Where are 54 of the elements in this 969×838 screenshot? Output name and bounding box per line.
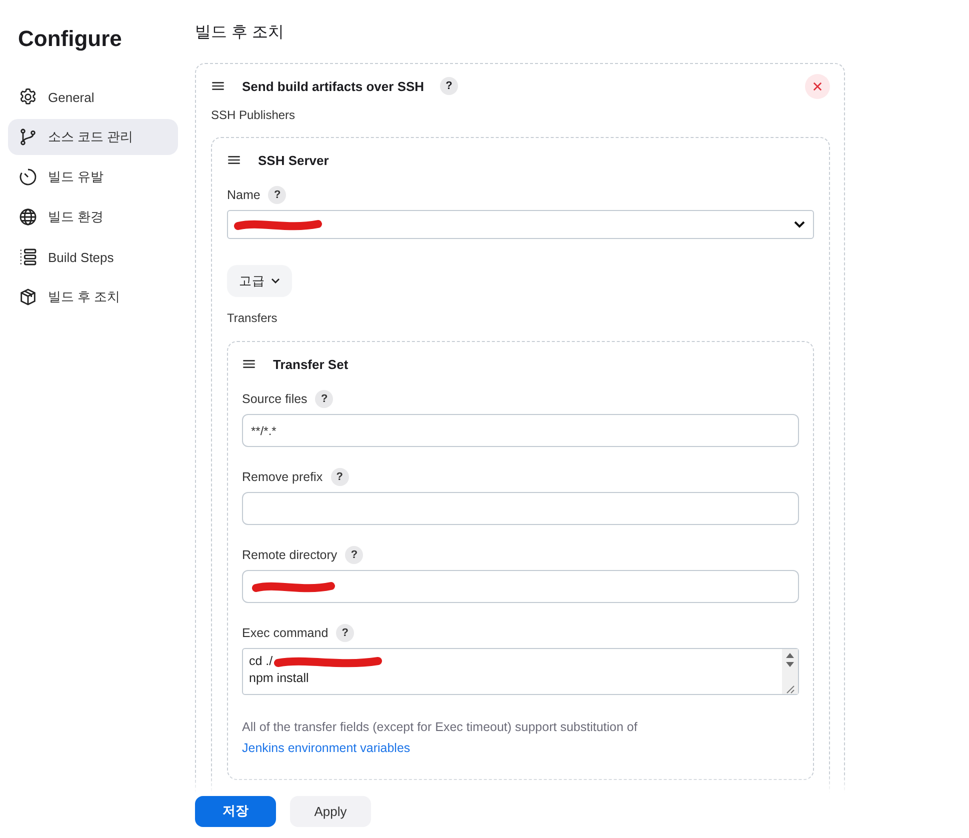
command-line: npm install bbox=[249, 670, 309, 687]
exec-command-field[interactable]: cd ./ npm install bbox=[242, 648, 799, 695]
sidebar-item[interactable]: 빌드 환경 bbox=[8, 199, 178, 235]
text-field[interactable]: **/*.* bbox=[242, 414, 799, 447]
apply-button[interactable]: Apply bbox=[290, 796, 371, 826]
section-label: Transfers bbox=[227, 311, 278, 325]
save-button[interactable]: 저장 bbox=[195, 796, 276, 826]
scroll-up-icon[interactable] bbox=[786, 653, 794, 658]
help-button[interactable]: ? bbox=[440, 77, 458, 95]
advanced-button[interactable]: 고급 bbox=[227, 265, 292, 297]
timer-icon bbox=[18, 167, 38, 187]
drag-handle-icon[interactable] bbox=[227, 155, 241, 165]
help-button[interactable]: ? bbox=[315, 390, 334, 408]
section-title: 빌드 후 조치 bbox=[195, 23, 284, 43]
help-button[interactable]: ? bbox=[336, 624, 354, 642]
list-icon bbox=[18, 247, 38, 267]
help-button[interactable]: ? bbox=[330, 468, 349, 486]
field-label: Source files bbox=[242, 392, 308, 406]
globe-icon bbox=[18, 207, 38, 227]
field-label: Exec command bbox=[242, 626, 328, 640]
text-field[interactable] bbox=[242, 570, 799, 603]
chevron-icon bbox=[271, 278, 280, 284]
field-label: Name bbox=[227, 188, 260, 202]
drag-handle-icon[interactable] bbox=[242, 359, 256, 369]
sidebar-item[interactable]: 빌드 유발 bbox=[8, 159, 178, 195]
help-link[interactable]: Jenkins environment variables bbox=[242, 741, 410, 755]
close-button[interactable] bbox=[805, 74, 830, 98]
sidebar-item[interactable]: General bbox=[8, 79, 178, 115]
transfer-set-title: Transfer Set bbox=[273, 356, 348, 372]
scrollbar[interactable] bbox=[782, 649, 798, 694]
section-label: SSH Publishers bbox=[211, 108, 296, 122]
field-label: Remote directory bbox=[242, 548, 338, 562]
command-line: cd ./ bbox=[249, 653, 273, 670]
resize-grip-icon[interactable] bbox=[785, 684, 795, 694]
help-button[interactable]: ? bbox=[268, 186, 286, 204]
page-title: Configure bbox=[18, 26, 122, 52]
help-button[interactable]: ? bbox=[345, 546, 364, 564]
sidebar-item[interactable]: 빌드 후 조치 bbox=[8, 279, 178, 315]
help-text: All of the transfer fields (except for Exec timeout) support substitution of Jenkins environment variables bbox=[242, 719, 638, 757]
branch-icon bbox=[18, 127, 38, 147]
step-title: Send build artifacts over SSH bbox=[242, 78, 424, 94]
chevron-icon bbox=[794, 221, 805, 228]
close-icon bbox=[813, 82, 822, 90]
name-select[interactable] bbox=[227, 210, 814, 239]
server-title: SSH Server bbox=[258, 152, 329, 168]
field-label: Remove prefix bbox=[242, 470, 323, 484]
package-icon bbox=[18, 287, 38, 307]
sidebar-item[interactable]: Build Steps bbox=[8, 239, 178, 275]
scroll-down-icon[interactable] bbox=[786, 662, 794, 667]
gear-icon bbox=[18, 87, 38, 107]
text-field[interactable] bbox=[242, 492, 799, 525]
field-value: **/*.* bbox=[251, 424, 276, 438]
sidebar-item[interactable]: 소스 코드 관리 bbox=[8, 119, 178, 155]
drag-handle-icon[interactable] bbox=[211, 81, 225, 91]
